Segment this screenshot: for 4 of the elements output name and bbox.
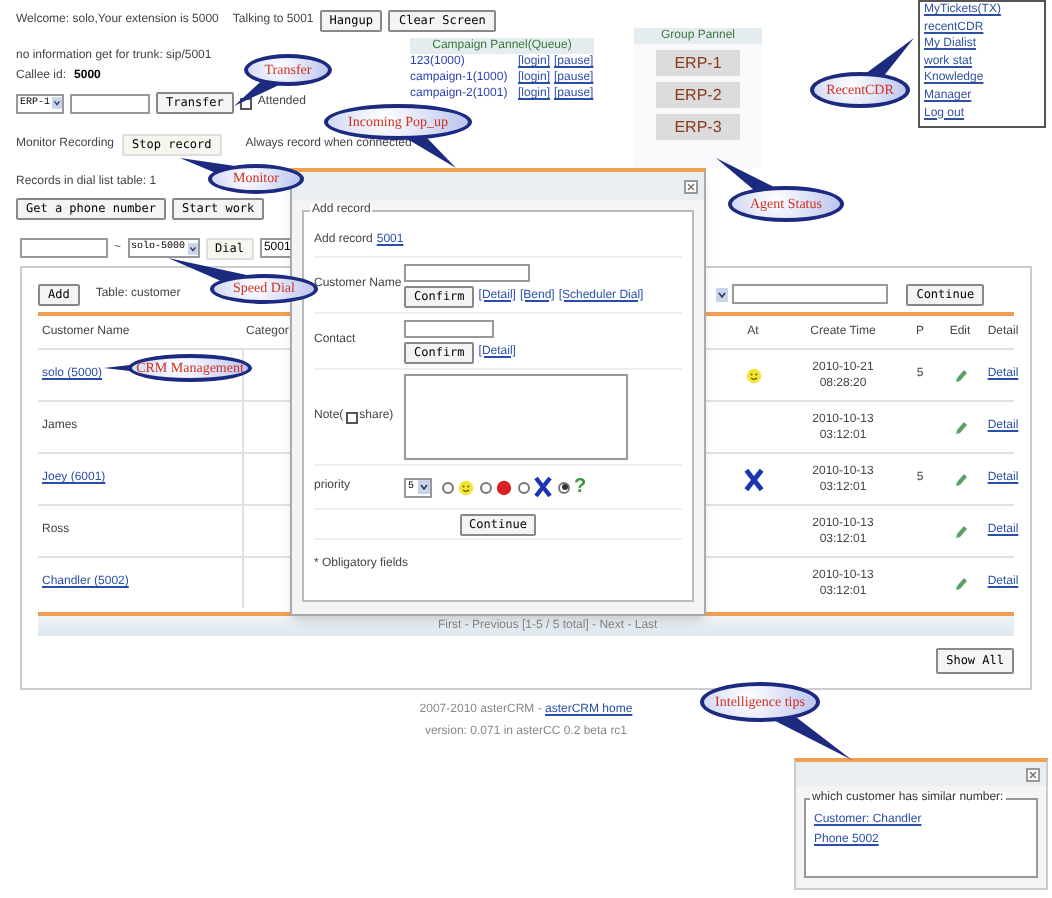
agent-button[interactable]: ERP-2 xyxy=(656,82,740,108)
agent-button[interactable]: ERP-1 xyxy=(656,50,740,76)
agent-button[interactable]: ERP-3 xyxy=(656,114,740,140)
question-mark: ? xyxy=(574,477,587,497)
